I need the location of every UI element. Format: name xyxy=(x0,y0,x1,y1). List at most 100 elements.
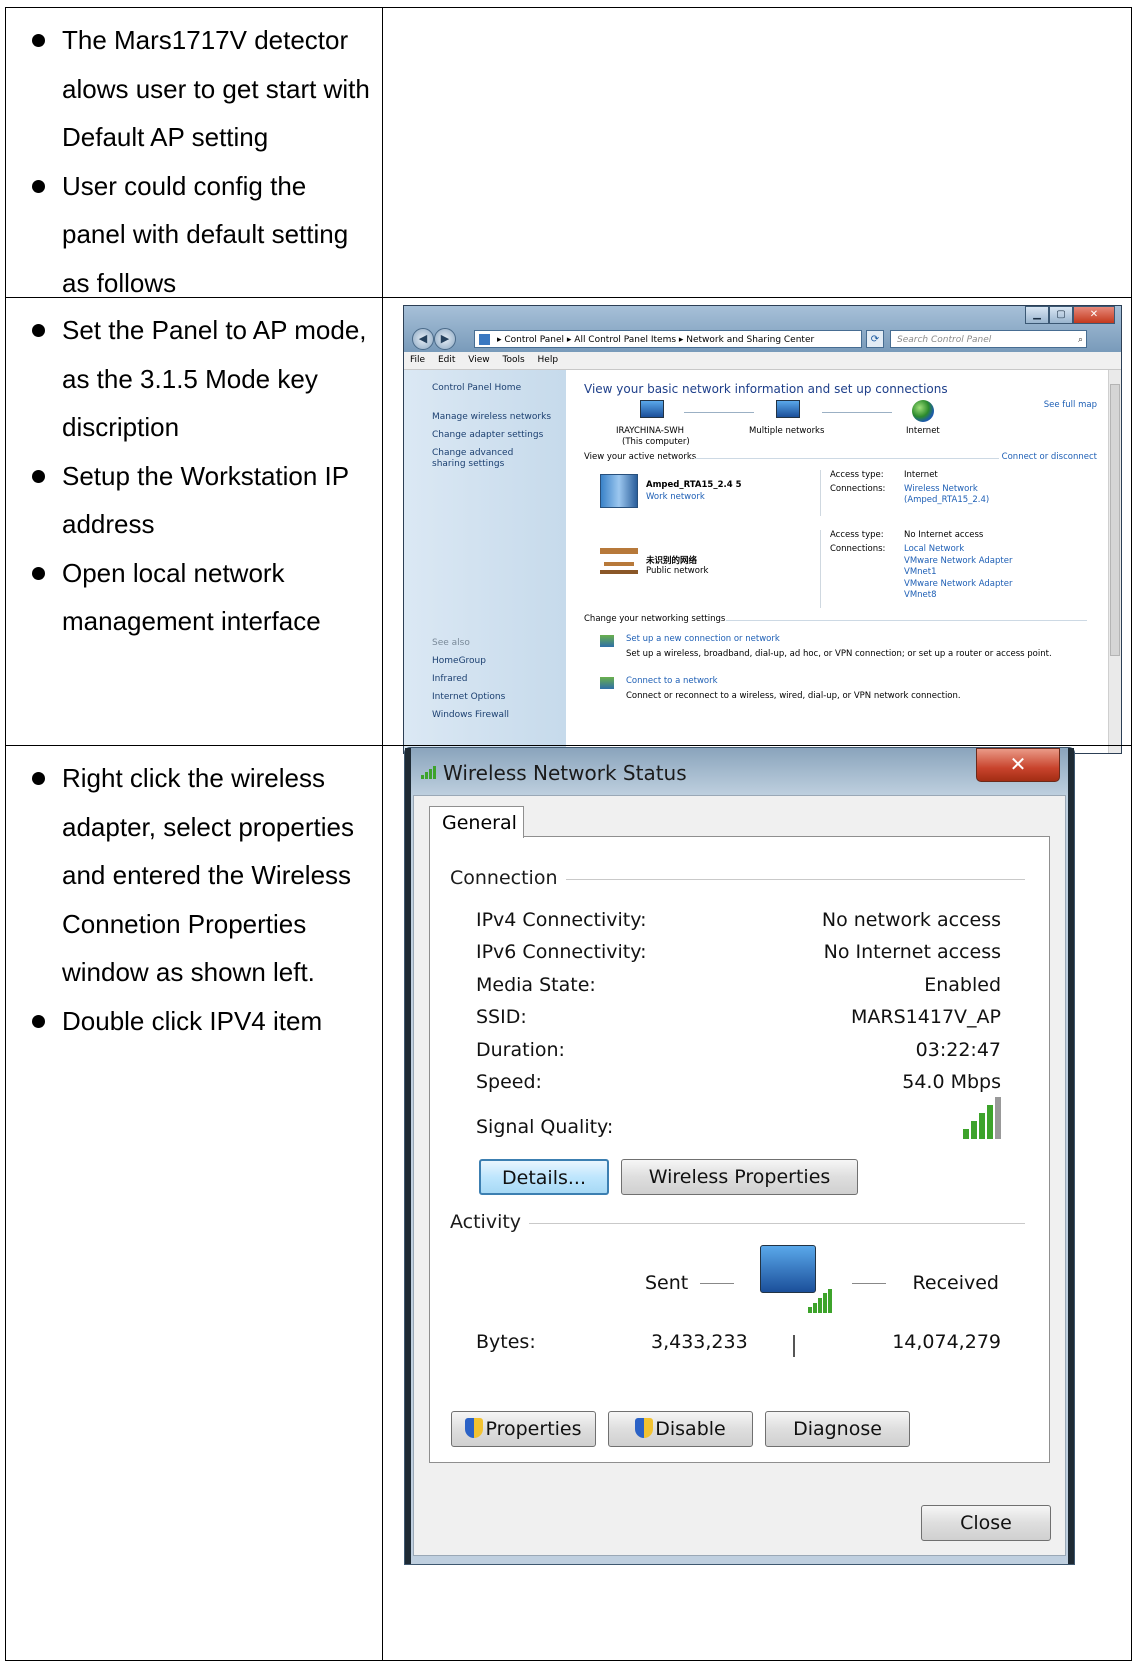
disable-button-label: Disable xyxy=(655,1418,726,1440)
network-divider xyxy=(820,530,821,608)
new-connection-icon xyxy=(600,635,614,647)
speed-label: Speed: xyxy=(476,1071,542,1093)
signal-bar xyxy=(979,1113,985,1139)
menu-bar: File Edit View Tools Help xyxy=(404,352,1121,370)
change-settings-label: Change your networking settings xyxy=(584,614,726,624)
address-bar[interactable]: ▸ Control Panel ▸ All Control Panel Item… xyxy=(474,330,862,348)
sent-label: Sent xyxy=(645,1272,689,1294)
diagnose-button[interactable]: Diagnose xyxy=(765,1411,910,1447)
bullet-list-3: Right click the wireless adapter, select… xyxy=(6,746,382,1045)
menu-help[interactable]: Help xyxy=(538,355,559,365)
menu-file[interactable]: File xyxy=(410,355,425,365)
uac-shield-icon xyxy=(465,1418,484,1438)
vmware-adapter-link[interactable]: VMware Network Adapter xyxy=(904,556,1012,566)
menu-tools[interactable]: Tools xyxy=(502,355,524,365)
connect-network-link[interactable]: Connect to a network xyxy=(626,676,718,686)
bullet-item: Double click IPV4 item xyxy=(24,997,372,1046)
vmware-adapter-link[interactable]: VMware Network Adapter xyxy=(904,579,1012,589)
vertical-scrollbar[interactable] xyxy=(1108,370,1121,753)
sidebar-link-advanced-sharing[interactable]: Change advanced sharing settings xyxy=(432,448,542,470)
signal-quality-label: Signal Quality: xyxy=(476,1116,614,1138)
network-computers-icon xyxy=(760,1245,816,1293)
window-frame-left xyxy=(405,748,411,1564)
tab-general[interactable]: General xyxy=(429,806,524,838)
connect-disconnect-link[interactable]: Connect or disconnect xyxy=(1002,452,1097,462)
instruction-cell-2: Set the Panel to AP mode, as the 3.1.5 M… xyxy=(6,298,383,746)
search-input[interactable]: Search Control Panel ⌕ xyxy=(890,330,1087,348)
bullet-item: User could config the panel with default… xyxy=(24,162,372,308)
back-icon[interactable]: ◀ xyxy=(412,328,434,350)
bytes-divider xyxy=(793,1335,795,1357)
close-icon[interactable]: ✕ xyxy=(976,748,1060,782)
menu-edit[interactable]: Edit xyxy=(438,355,455,365)
access-type-label: Access type: xyxy=(830,470,884,480)
close-button[interactable]: Close xyxy=(921,1505,1051,1541)
menu-view[interactable]: View xyxy=(468,355,489,365)
bullet-list-1: The Mars1717V detector alows user to get… xyxy=(6,8,382,307)
wireless-network-link[interactable]: Wireless Network xyxy=(904,484,978,494)
network-1-type[interactable]: Work network xyxy=(646,492,705,502)
properties-button[interactable]: Properties xyxy=(451,1411,596,1447)
wireless-network-ssid[interactable]: (Amped_RTA15_2.4) xyxy=(904,495,989,505)
see-full-map-link[interactable]: See full map xyxy=(1044,400,1097,410)
table-row-1: The Mars1717V detector alows user to get… xyxy=(5,7,1132,298)
received-line xyxy=(852,1283,886,1284)
maximize-icon[interactable]: ▢ xyxy=(1049,306,1073,324)
vmnet8-link[interactable]: VMnet8 xyxy=(904,590,937,600)
sidebar-link-infrared[interactable]: Infrared xyxy=(432,674,468,684)
network-2-type: Public network xyxy=(646,566,709,576)
work-network-icon xyxy=(600,474,638,508)
see-also-label: See also xyxy=(432,638,470,648)
sidebar-link-homegroup[interactable]: HomeGroup xyxy=(432,656,486,666)
properties-button-label: Properties xyxy=(485,1418,582,1440)
connection-group-label: Connection xyxy=(450,867,566,889)
ipv6-label: IPv6 Connectivity: xyxy=(476,941,647,963)
setup-connection-desc: Set up a wireless, broadband, dial-up, a… xyxy=(626,649,1052,659)
sidebar-link-internet-options[interactable]: Internet Options xyxy=(432,692,505,702)
signal-bar xyxy=(963,1129,969,1139)
uac-shield-icon xyxy=(635,1418,654,1438)
address-text: ▸ Control Panel ▸ All Control Panel Item… xyxy=(497,335,815,345)
connect-network-desc: Connect or reconnect to a wireless, wire… xyxy=(626,691,961,701)
bullet-list-2: Set the Panel to AP mode, as the 3.1.5 M… xyxy=(6,298,382,646)
scrollbar-thumb[interactable] xyxy=(1110,384,1120,656)
computer-icon xyxy=(640,400,664,418)
bullet-item: The Mars1717V detector alows user to get… xyxy=(24,16,372,162)
bytes-label: Bytes: xyxy=(476,1331,536,1353)
forward-icon[interactable]: ▶ xyxy=(434,328,456,350)
vmnet1-link[interactable]: VMnet1 xyxy=(904,567,937,577)
signal-bar xyxy=(995,1097,1001,1139)
screenshot-cell-3: Wireless Network Status ✕ General Connec… xyxy=(383,746,1131,1660)
local-network-link[interactable]: Local Network xyxy=(904,544,964,554)
details-button[interactable]: Details... xyxy=(479,1159,609,1195)
sidebar-link-adapter-settings[interactable]: Change adapter settings xyxy=(432,430,543,440)
access-type-label: Access type: xyxy=(830,530,884,540)
minimize-icon[interactable]: ▁ xyxy=(1025,306,1049,324)
connect-network-icon xyxy=(600,677,614,689)
ipv6-value: No Internet access xyxy=(823,941,1001,963)
search-icon: ⌕ xyxy=(1077,335,1083,345)
control-panel-icon xyxy=(479,334,490,345)
bullet-item: Right click the wireless adapter, select… xyxy=(24,754,372,997)
sidebar-home-link[interactable]: Control Panel Home xyxy=(432,383,521,393)
network-2-name: 未识别的网络 xyxy=(646,556,698,566)
duration-label: Duration: xyxy=(476,1039,565,1061)
sent-line xyxy=(700,1283,734,1284)
activity-group-label: Activity xyxy=(450,1211,530,1233)
access-type-value: No Internet access xyxy=(904,530,984,540)
sidebar-link-manage-wireless[interactable]: Manage wireless networks xyxy=(432,412,551,422)
network-1-name: Amped_RTA15_2.4 5 xyxy=(646,480,742,490)
group-divider xyxy=(450,1223,1025,1224)
internet-globe-icon xyxy=(912,400,934,422)
setup-connection-link[interactable]: Set up a new connection or network xyxy=(626,634,780,644)
close-icon[interactable]: ✕ xyxy=(1073,306,1115,324)
refresh-icon[interactable]: ⟳ xyxy=(866,330,884,348)
multiple-networks-icon xyxy=(776,400,800,418)
window-controls: ▁ ▢ ✕ xyxy=(1025,306,1115,324)
sidebar-link-windows-firewall[interactable]: Windows Firewall xyxy=(432,710,509,720)
multiple-networks-label: Multiple networks xyxy=(749,426,825,436)
wireless-properties-button[interactable]: Wireless Properties xyxy=(621,1159,858,1195)
disable-button[interactable]: Disable xyxy=(608,1411,753,1447)
bytes-sent-value: 3,433,233 xyxy=(651,1331,748,1353)
signal-bar xyxy=(971,1121,977,1139)
